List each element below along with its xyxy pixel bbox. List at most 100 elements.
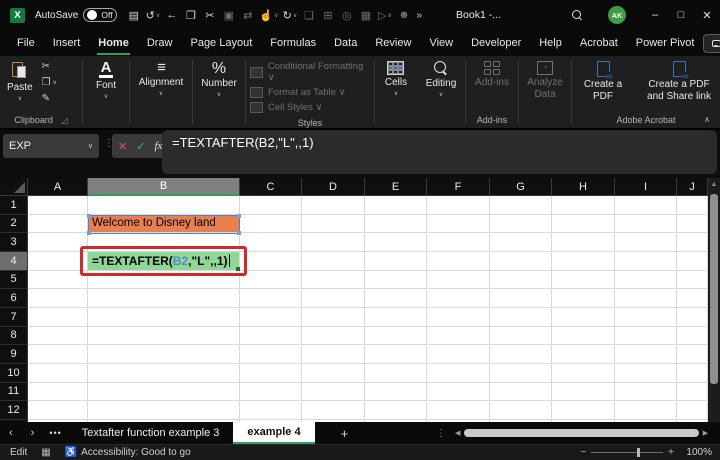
comments-button[interactable]: Comments	[703, 34, 720, 53]
cell-E1[interactable]	[365, 196, 427, 215]
cell-D11[interactable]	[302, 383, 365, 402]
horizontal-scroll-thumb[interactable]	[464, 429, 698, 437]
cell-J11[interactable]	[677, 383, 708, 402]
cell-H1[interactable]	[552, 196, 615, 215]
cell-I8[interactable]	[615, 327, 677, 346]
cell-G1[interactable]	[490, 196, 552, 215]
cell-C2[interactable]	[240, 215, 302, 234]
tab-formulas[interactable]: Formulas	[261, 30, 325, 56]
cell-C6[interactable]	[240, 289, 302, 308]
cell-D6[interactable]	[302, 289, 365, 308]
cell-A10[interactable]	[28, 364, 88, 383]
cell-J10[interactable]	[677, 364, 708, 383]
cell-F7[interactable]	[427, 308, 490, 327]
touch-mode-icon[interactable]: ☝∨	[258, 5, 279, 25]
cell-H11[interactable]	[552, 383, 615, 402]
column-header-H[interactable]: H	[552, 178, 615, 196]
cell-E11[interactable]	[365, 383, 427, 402]
tab-home[interactable]: Home	[89, 30, 138, 56]
back-icon[interactable]: ←	[163, 5, 180, 25]
horizontal-scrollbar[interactable]: ◀ ▶	[455, 428, 708, 438]
column-header-D[interactable]: D	[302, 178, 365, 196]
cell-E4[interactable]	[365, 252, 427, 271]
maximize-button[interactable]: □	[668, 0, 694, 30]
cell-J2[interactable]	[677, 215, 708, 234]
undo-icon[interactable]: ↺∨	[144, 5, 161, 25]
cell-H10[interactable]	[552, 364, 615, 383]
cell-D5[interactable]	[302, 271, 365, 290]
tab-acrobat[interactable]: Acrobat	[571, 30, 627, 56]
cells-menu-button[interactable]: Cells ∨	[378, 56, 414, 97]
create-pdf-share-button[interactable]: Create a PDF and Share link	[640, 56, 718, 102]
cell-C1[interactable]	[240, 196, 302, 215]
font-menu-button[interactable]: A Font ∨	[89, 56, 123, 100]
cell-C4[interactable]	[240, 252, 302, 271]
cell-D4[interactable]	[302, 252, 365, 271]
sheet-list-icon[interactable]: •••	[43, 428, 67, 438]
row-header-4[interactable]: 4	[0, 252, 28, 271]
cell-A2[interactable]	[28, 215, 88, 234]
cell-J8[interactable]	[677, 327, 708, 346]
name-box[interactable]: EXP ∨	[3, 134, 99, 158]
row-header-10[interactable]: 10	[0, 364, 28, 383]
cell-A5[interactable]	[28, 271, 88, 290]
cell-I6[interactable]	[615, 289, 677, 308]
save-icon[interactable]: ▤	[125, 5, 142, 25]
add-sheet-button[interactable]: +	[315, 426, 375, 441]
cell-G7[interactable]	[490, 308, 552, 327]
column-header-B[interactable]: B	[88, 178, 240, 196]
cell-F8[interactable]	[427, 327, 490, 346]
cell-G11[interactable]	[490, 383, 552, 402]
cell-A4[interactable]	[28, 252, 88, 271]
cell-J7[interactable]	[677, 308, 708, 327]
cell-J1[interactable]	[677, 196, 708, 215]
cell-E7[interactable]	[365, 308, 427, 327]
cell-C7[interactable]	[240, 308, 302, 327]
scroll-right-icon[interactable]: ▶	[703, 429, 708, 437]
column-header-C[interactable]: C	[240, 178, 302, 196]
cell-I1[interactable]	[615, 196, 677, 215]
cell-B6[interactable]	[88, 289, 240, 308]
row-header-7[interactable]: 7	[0, 308, 28, 327]
cell-A6[interactable]	[28, 289, 88, 308]
cell-D9[interactable]	[302, 345, 365, 364]
cell-G8[interactable]	[490, 327, 552, 346]
cell-J9[interactable]	[677, 345, 708, 364]
cell-B8[interactable]	[88, 327, 240, 346]
tab-developer[interactable]: Developer	[462, 30, 530, 56]
autosave-toggle[interactable]: Off	[83, 8, 117, 22]
row-header-1[interactable]: 1	[0, 196, 28, 215]
zoom-level[interactable]: 100%	[684, 447, 712, 458]
row-header-8[interactable]: 8	[0, 327, 28, 346]
paste-button[interactable]: Paste ∨	[0, 56, 40, 102]
sheet-nav-right-icon[interactable]: ›	[22, 427, 44, 439]
cell-I7[interactable]	[615, 308, 677, 327]
cell-D1[interactable]	[302, 196, 365, 215]
excel-logo-icon[interactable]: X	[10, 8, 25, 23]
dialog-launcher-icon[interactable]: ◿	[61, 116, 67, 125]
tab-insert[interactable]: Insert	[44, 30, 90, 56]
row-header-12[interactable]: 12	[0, 401, 28, 420]
cell-D3[interactable]	[302, 233, 365, 252]
cell-H6[interactable]	[552, 289, 615, 308]
cell-H7[interactable]	[552, 308, 615, 327]
cell-C8[interactable]	[240, 327, 302, 346]
cell-I9[interactable]	[615, 345, 677, 364]
cell-C10[interactable]	[240, 364, 302, 383]
column-header-E[interactable]: E	[365, 178, 427, 196]
column-header-F[interactable]: F	[427, 178, 490, 196]
column-header-A[interactable]: A	[28, 178, 88, 196]
cell-J3[interactable]	[677, 233, 708, 252]
cell-I5[interactable]	[615, 271, 677, 290]
alignment-menu-button[interactable]: ≡ Alignment ∨	[132, 56, 190, 97]
cell-A9[interactable]	[28, 345, 88, 364]
cell-F5[interactable]	[427, 271, 490, 290]
cell-F9[interactable]	[427, 345, 490, 364]
cell-F12[interactable]	[427, 401, 490, 420]
cell-I2[interactable]	[615, 215, 677, 234]
cell-I4[interactable]	[615, 252, 677, 271]
cell-J12[interactable]	[677, 401, 708, 420]
cell-J4[interactable]	[677, 252, 708, 271]
cell-H8[interactable]	[552, 327, 615, 346]
cell-A8[interactable]	[28, 327, 88, 346]
